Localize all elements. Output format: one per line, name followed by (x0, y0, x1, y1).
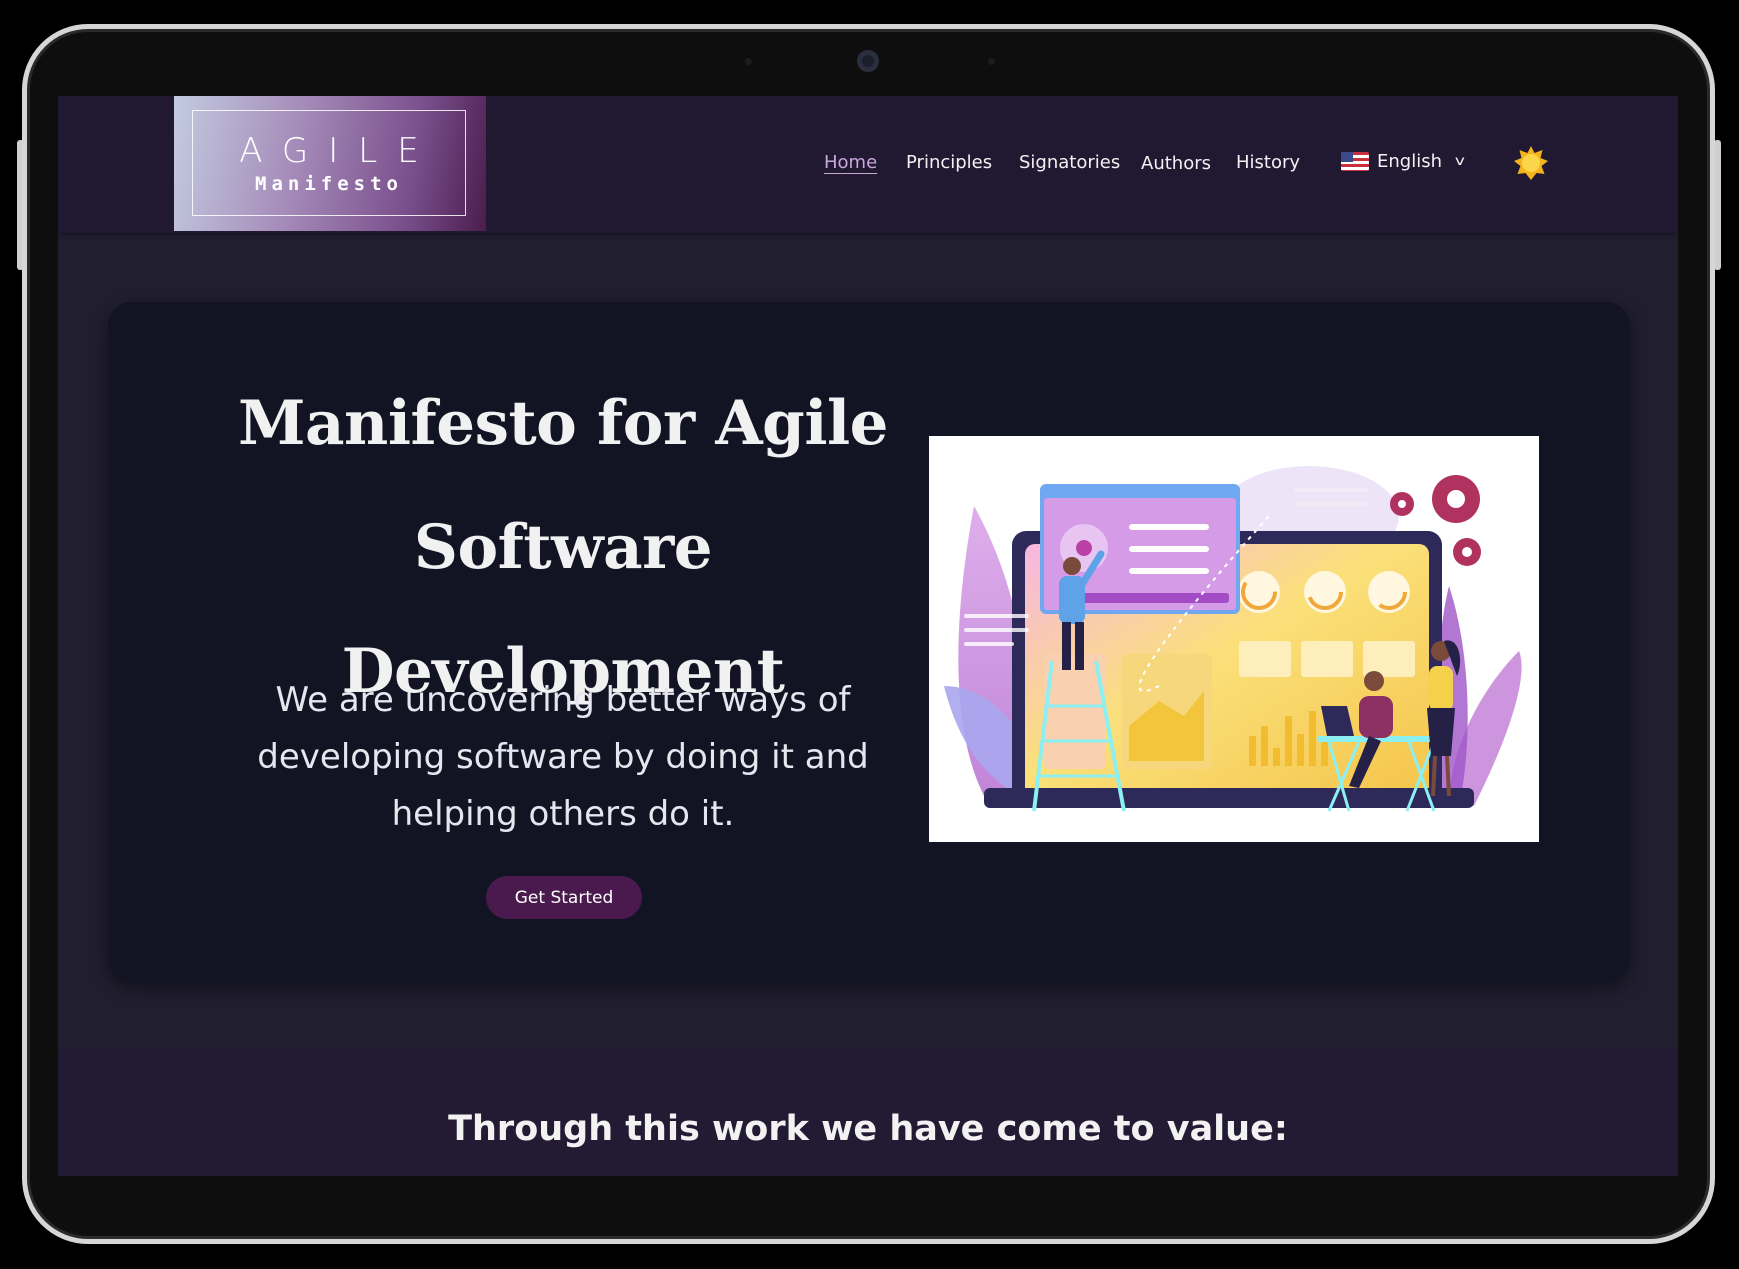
hero-illustration (929, 436, 1539, 842)
nav-history[interactable]: History (1236, 152, 1300, 173)
hero-text-line-2: developing software by doing it and (257, 737, 869, 777)
device-side-button-right (1714, 140, 1721, 270)
hero-description: We are uncovering better ways of develop… (238, 672, 888, 843)
values-section: Through this work we have come to value: (58, 1049, 1678, 1176)
browser-viewport: AGILE Manifesto Home Principles Signator… (58, 96, 1678, 1176)
theme-toggle-button[interactable] (1513, 145, 1549, 181)
language-label: English (1377, 151, 1442, 172)
hero-text-line-1: We are uncovering better ways of (275, 680, 851, 720)
chevron-down-icon: v (1454, 154, 1465, 169)
us-flag-icon (1341, 152, 1369, 171)
language-selector[interactable]: English v (1341, 151, 1465, 172)
sensor-right (988, 58, 995, 65)
nav-principles[interactable]: Principles (906, 152, 992, 173)
navbar: AGILE Manifesto Home Principles Signator… (58, 96, 1678, 233)
nav-home[interactable]: Home (824, 152, 877, 173)
hero-card: Manifesto for Agile Software Development… (108, 302, 1630, 982)
team-dashboard-illustration (944, 466, 1522, 812)
get-started-button[interactable]: Get Started (486, 876, 642, 919)
nav-authors[interactable]: Authors (1141, 153, 1211, 174)
sun-icon (1514, 146, 1548, 180)
camera-icon (857, 50, 879, 72)
nav-signatories[interactable]: Signatories (1019, 152, 1120, 173)
hero-title-line-1: Manifesto for Agile (237, 388, 889, 459)
values-heading: Through this work we have come to value: (448, 1109, 1288, 1149)
sensor-left (745, 58, 752, 65)
hero-text-line-3: helping others do it. (391, 794, 735, 834)
